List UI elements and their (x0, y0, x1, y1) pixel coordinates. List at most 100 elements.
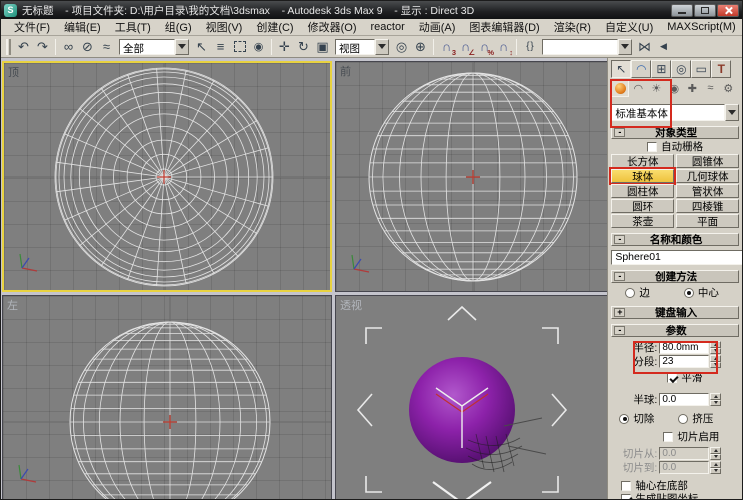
edit-named-selections-icon[interactable] (520, 38, 539, 56)
slice-on-checkbox[interactable] (663, 432, 673, 442)
tube-button[interactable]: 管状体 (676, 184, 739, 198)
segments-spinner[interactable] (710, 355, 721, 368)
slice-to-field[interactable] (659, 461, 709, 474)
viewport-perspective-label[interactable]: 透视 (340, 297, 362, 313)
toolbar-scroll-left-icon[interactable] (654, 38, 673, 56)
menu-edit[interactable]: 编辑(E) (57, 18, 108, 36)
hemisphere-field[interactable] (659, 393, 709, 406)
sphere-button[interactable]: 球体 (611, 169, 674, 183)
reference-coordsys-arrow[interactable] (375, 39, 389, 55)
viewport-front-label[interactable]: 前 (340, 63, 351, 79)
chop-radio[interactable] (619, 414, 629, 424)
tab-modify[interactable] (631, 60, 651, 78)
mirror-icon[interactable] (635, 38, 654, 56)
snap-toggle-3d-icon[interactable]: 3 (437, 38, 456, 56)
menu-maxscript[interactable]: MAXScript(M) (660, 20, 742, 34)
rollout-object-type[interactable]: 对象类型 (611, 126, 739, 139)
bind-to-spacewarp-icon[interactable] (97, 38, 116, 56)
category-systems-icon[interactable] (719, 80, 737, 97)
select-by-name-icon[interactable] (211, 38, 230, 56)
undo-icon[interactable] (14, 38, 33, 56)
menu-views[interactable]: 视图(V) (199, 18, 250, 36)
category-geometry-icon[interactable] (611, 80, 629, 97)
selection-filter-arrow[interactable] (175, 39, 189, 55)
geometry-category-arrow[interactable] (725, 104, 739, 121)
smooth-checkbox[interactable] (667, 373, 677, 383)
select-object-icon[interactable] (192, 38, 211, 56)
geosphere-button[interactable]: 几何球体 (676, 169, 739, 183)
window-crossing-icon[interactable] (249, 38, 268, 56)
plane-button[interactable]: 平面 (676, 214, 739, 228)
menu-rendering[interactable]: 渲染(R) (547, 18, 598, 36)
base-to-pivot-checkbox[interactable] (621, 481, 631, 491)
redo-icon[interactable] (33, 38, 52, 56)
percent-snap-icon[interactable]: % (475, 38, 494, 56)
slice-from-spinner[interactable] (710, 447, 721, 460)
select-scale-icon[interactable] (313, 38, 332, 56)
pyramid-button[interactable]: 四棱锥 (676, 199, 739, 213)
menu-reactor[interactable]: reactor (364, 20, 412, 34)
radius-spinner[interactable] (710, 341, 721, 354)
toolbar-grip[interactable] (6, 39, 11, 55)
box-button[interactable]: 长方体 (611, 154, 674, 168)
menu-group[interactable]: 组(G) (158, 18, 199, 36)
torus-button[interactable]: 圆环 (611, 199, 674, 213)
menu-modifiers[interactable]: 修改器(O) (301, 18, 364, 36)
tab-hierarchy[interactable] (651, 60, 671, 78)
rollout-name-color[interactable]: 名称和颜色 (611, 233, 739, 246)
named-selection-arrow[interactable] (618, 39, 632, 55)
viewport-perspective[interactable]: 透视 (335, 295, 607, 499)
squash-radio[interactable] (678, 414, 688, 424)
center-radio[interactable] (684, 288, 694, 298)
category-shapes-icon[interactable] (629, 80, 647, 97)
tab-utilities[interactable] (711, 60, 731, 78)
viewport-left[interactable]: 左 (2, 295, 332, 499)
autogrid-checkbox[interactable] (647, 142, 657, 152)
close-button[interactable] (717, 4, 739, 17)
select-rotate-icon[interactable] (294, 38, 313, 56)
rollout-keyboard-entry[interactable]: 键盘输入 (611, 306, 739, 319)
rollout-parameters[interactable]: 参数 (611, 324, 739, 337)
viewport-left-label[interactable]: 左 (7, 297, 18, 313)
unlink-selection-icon[interactable] (78, 38, 97, 56)
teapot-button[interactable]: 茶壶 (611, 214, 674, 228)
menu-customize[interactable]: 自定义(U) (598, 18, 660, 36)
maximize-button[interactable] (694, 4, 716, 17)
rectangular-selection-icon[interactable] (230, 38, 249, 56)
viewport-top[interactable]: 顶 (2, 61, 332, 292)
rollout-creation-method[interactable]: 创建方法 (611, 270, 739, 283)
menu-animation[interactable]: 动画(A) (412, 18, 463, 36)
select-and-link-icon[interactable] (59, 38, 78, 56)
use-pivot-center-icon[interactable] (392, 38, 411, 56)
hemisphere-spinner[interactable] (710, 393, 721, 406)
slice-to-spinner[interactable] (710, 461, 721, 474)
mapping-coords-checkbox[interactable] (621, 494, 631, 500)
minimize-button[interactable] (671, 4, 693, 17)
category-spacewarps-icon[interactable] (701, 80, 719, 97)
segments-field[interactable] (659, 355, 709, 368)
tab-display[interactable] (691, 60, 711, 78)
angle-snap-icon[interactable]: ∠ (456, 38, 475, 56)
named-selection-dropdown[interactable] (542, 39, 632, 55)
reference-coordsys-dropdown[interactable]: 视图 (335, 39, 389, 55)
menu-graph-editors[interactable]: 图表编辑器(D) (462, 18, 546, 36)
category-helpers-icon[interactable] (683, 80, 701, 97)
viewport-top-label[interactable]: 顶 (8, 64, 19, 80)
select-manipulate-icon[interactable] (411, 38, 430, 56)
edge-radio[interactable] (625, 288, 635, 298)
category-lights-icon[interactable] (647, 80, 665, 97)
menu-file[interactable]: 文件(F) (7, 18, 57, 36)
radius-field[interactable] (659, 341, 709, 354)
menu-tools[interactable]: 工具(T) (108, 18, 158, 36)
selection-filter-dropdown[interactable]: 全部 (119, 39, 189, 55)
select-move-icon[interactable] (275, 38, 294, 56)
slice-from-field[interactable] (659, 447, 709, 460)
cylinder-button[interactable]: 圆柱体 (611, 184, 674, 198)
object-name-field[interactable] (611, 250, 742, 265)
viewport-front[interactable]: 前 (335, 61, 607, 292)
cone-button[interactable]: 圆锥体 (676, 154, 739, 168)
tab-create[interactable] (611, 60, 631, 78)
tab-motion[interactable] (671, 60, 691, 78)
category-cameras-icon[interactable] (665, 80, 683, 97)
spinner-snap-icon[interactable]: ↕ (494, 38, 513, 56)
